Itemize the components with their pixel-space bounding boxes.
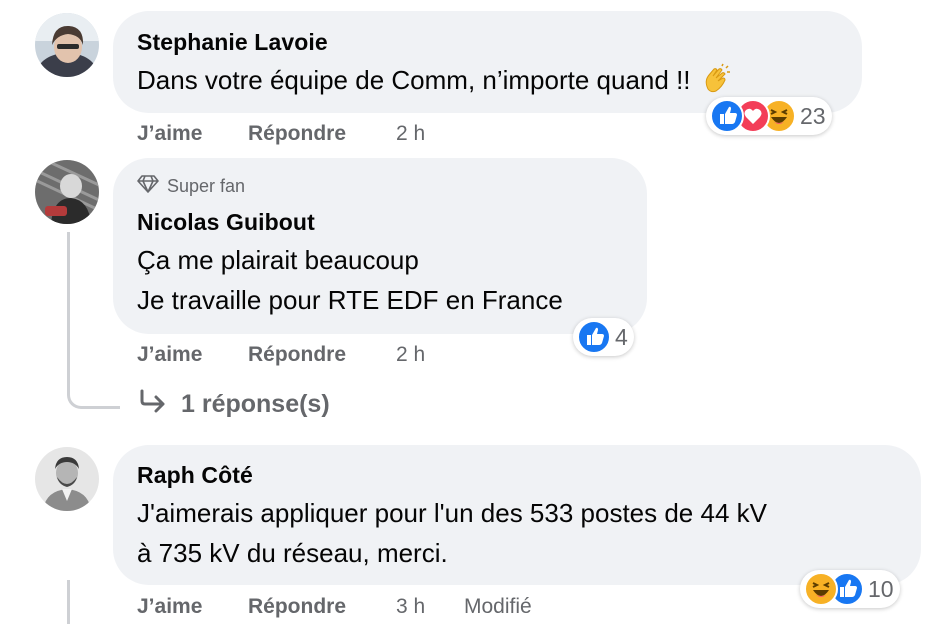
- reactions-summary[interactable]: 10: [800, 570, 900, 608]
- super-fan-badge[interactable]: Super fan: [137, 174, 245, 199]
- super-fan-label: Super fan: [167, 176, 246, 196]
- like-button[interactable]: J’aime: [137, 343, 202, 367]
- reaction-count: 23: [800, 102, 826, 129]
- comment-text-line: à 735 kV du réseau, merci.: [137, 538, 448, 568]
- reaction-count: 10: [868, 575, 894, 602]
- timestamp[interactable]: 2 h: [396, 122, 425, 146]
- thread-line: [67, 232, 70, 392]
- comment-text-line: Dans votre équipe de Comm, n’importe qua…: [137, 65, 698, 95]
- thread-curve: [67, 390, 120, 409]
- edited-label[interactable]: Modifié: [464, 595, 532, 619]
- comment-text: Ça me plairait beaucoup Je travaille pou…: [137, 240, 563, 320]
- comment-actions: J’aime Répondre 2 h: [137, 343, 537, 369]
- comment-text: J'aimerais appliquer pour l'un des 533 p…: [137, 493, 767, 573]
- timestamp[interactable]: 2 h: [396, 343, 425, 367]
- comment-actions: J’aime Répondre 3 h Modifié: [137, 595, 637, 621]
- comment-text-line: J'aimerais appliquer pour l'un des 533 p…: [137, 498, 767, 528]
- timestamp[interactable]: 3 h: [396, 595, 425, 619]
- view-replies-label: 1 réponse(s): [181, 390, 330, 418]
- comment-author[interactable]: Nicolas Guibout: [137, 209, 315, 236]
- comment-text-line: Je travaille pour RTE EDF en France: [137, 285, 563, 315]
- reactions-summary[interactable]: 23: [706, 97, 832, 135]
- like-button[interactable]: J’aime: [137, 122, 202, 146]
- diamond-icon: [137, 174, 159, 199]
- like-button[interactable]: J’aime: [137, 595, 202, 619]
- comment-author[interactable]: Stephanie Lavoie: [137, 29, 328, 56]
- thread-line: [67, 580, 70, 624]
- reply-button[interactable]: Répondre: [248, 595, 346, 619]
- reply-arrow-icon: [139, 389, 167, 420]
- reply-button[interactable]: Répondre: [248, 343, 346, 367]
- avatar[interactable]: [35, 447, 99, 511]
- comment-text: Dans votre équipe de Comm, n’importe qua…: [137, 60, 732, 106]
- reply-button[interactable]: Répondre: [248, 122, 346, 146]
- like-icon: [710, 99, 744, 133]
- like-icon: [577, 320, 611, 354]
- comment-author[interactable]: Raph Côté: [137, 462, 253, 489]
- avatar[interactable]: [35, 13, 99, 77]
- reaction-count: 4: [615, 323, 628, 350]
- comment-text-line: Ça me plairait beaucoup: [137, 245, 419, 275]
- avatar[interactable]: [35, 160, 99, 224]
- view-replies-link[interactable]: 1 réponse(s): [139, 389, 330, 420]
- haha-icon: [804, 572, 838, 606]
- comment-actions: J’aime Répondre 2 h: [137, 122, 537, 148]
- reactions-summary[interactable]: 4: [573, 318, 634, 356]
